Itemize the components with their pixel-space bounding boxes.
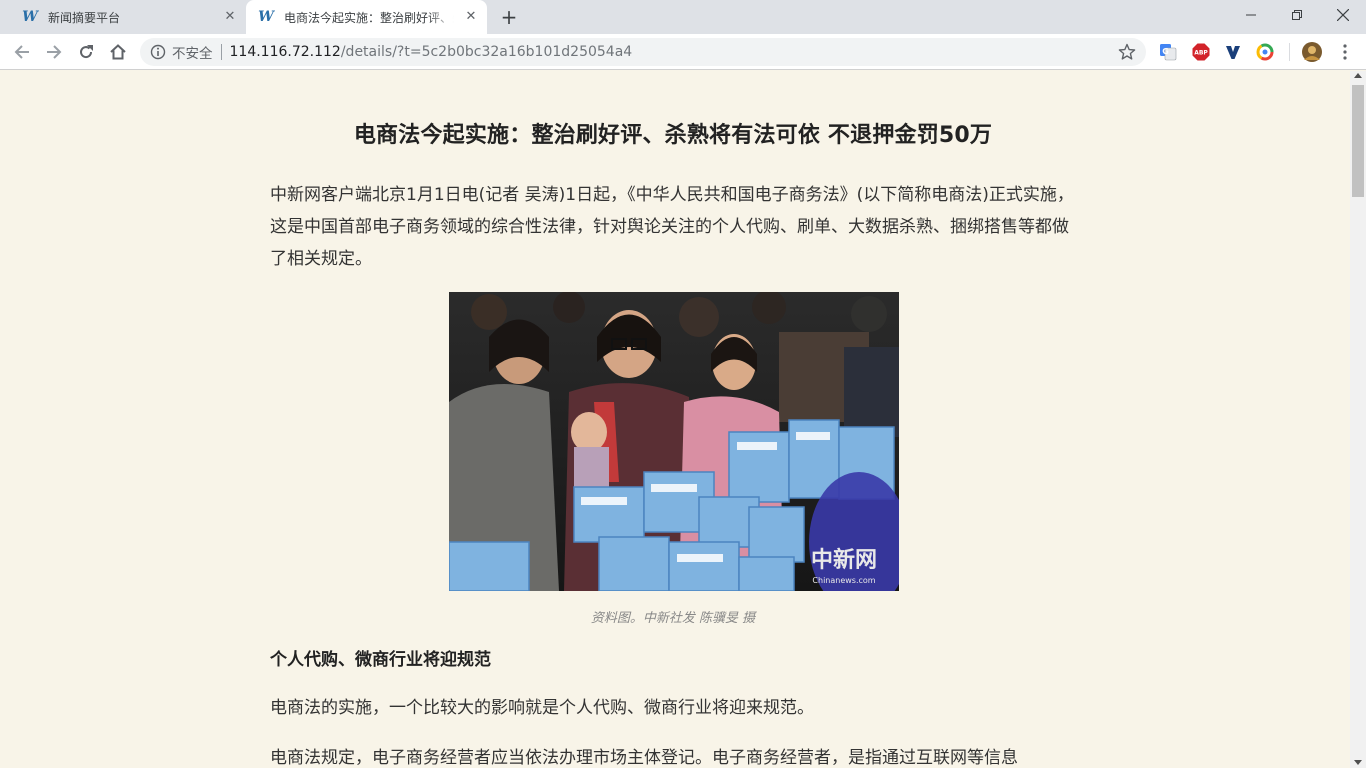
forward-button[interactable] (42, 40, 66, 64)
close-window-button[interactable] (1320, 0, 1366, 30)
home-icon (110, 44, 126, 60)
tab-title: 新闻摘要平台 (48, 10, 121, 25)
url-path: /details/?t=5c2b0bc32a16b101d25054a4 (340, 44, 633, 60)
menu-button[interactable] (1336, 43, 1354, 61)
tab-article[interactable]: W 电商法今起实施：整治刷好评、杀熟将有法可依 不退押金罚50万 ✕ (246, 0, 487, 34)
minimize-button[interactable] (1228, 0, 1274, 30)
close-tab-icon[interactable]: ✕ (222, 9, 238, 25)
photo-caption: 资料图。中新社发 陈骥旻 摄 (590, 611, 756, 626)
svg-text:G: G (1162, 47, 1169, 56)
watermark-url: Chinanews.com (812, 576, 875, 585)
section-heading: 个人代购、微商行业将迎规范 (270, 650, 491, 670)
site-favicon-icon: W (22, 9, 38, 25)
vertical-scrollbar[interactable] (1350, 71, 1366, 768)
adblock-extension-icon[interactable]: ABP (1192, 43, 1210, 61)
restore-icon (1292, 10, 1302, 20)
browser-toolbar: 不安全 114.116.72.112/details/?t=5c2b0bc32a… (0, 34, 1366, 70)
scroll-down-icon[interactable] (1354, 760, 1362, 765)
article-headline: 电商法今起实施：整治刷好评、杀熟将有法可依 不退押金罚50万 (353, 123, 993, 148)
address-bar[interactable]: 不安全 114.116.72.112/details/?t=5c2b0bc32a… (140, 38, 1146, 66)
translate-extension-icon[interactable]: G (1159, 43, 1177, 61)
profile-avatar[interactable] (1302, 42, 1322, 62)
bookmark-star-icon[interactable] (1118, 43, 1136, 61)
back-arrow-icon (14, 45, 29, 59)
article-photo: 中新网 Chinanews.com (449, 292, 899, 591)
reload-button[interactable] (74, 40, 98, 64)
scroll-thumb[interactable] (1352, 85, 1364, 197)
article-paragraph: 中新网客户端北京1月1日电(记者 吴涛)1日起，《中华人民共和国电子商务法》(以… (270, 185, 1074, 269)
watermark-logo: 中新网 (811, 547, 877, 573)
tab-news-platform[interactable]: W 新闻摘要平台 ✕ (0, 0, 246, 34)
v-extension-icon[interactable] (1224, 43, 1242, 61)
tab-title: 电商法今起实施：整治刷好评、杀熟将有法可依 不退押金罚50万 (284, 10, 454, 25)
reload-icon (80, 45, 93, 59)
close-tab-icon[interactable]: ✕ (463, 9, 479, 25)
circle-extension-icon[interactable] (1256, 43, 1274, 61)
tab-strip: W 新闻摘要平台 ✕ W 电商法今起实施：整治刷好评、杀熟将有法可依 不退押金罚… (0, 0, 1366, 34)
page-content: 电商法今起实施：整治刷好评、杀熟将有法可依 不退押金罚50万 中新网客户端北京1… (0, 71, 1350, 768)
back-button[interactable] (10, 40, 34, 64)
article-paragraph: 电商法的实施，一个比较大的影响就是个人代购、微商行业将迎来规范。 (270, 698, 814, 718)
url-divider (220, 44, 222, 60)
url-host: 114.116.72.112 (229, 44, 341, 60)
info-icon[interactable] (150, 44, 166, 60)
scroll-up-icon[interactable] (1354, 73, 1362, 78)
minimize-icon (1246, 14, 1256, 16)
article-paragraph: 电商法规定，电子商务经营者应当依法办理市场主体登记。电子商务经营者，是指通过互联… (270, 748, 1018, 768)
forward-arrow-icon (47, 45, 62, 59)
more-vert-icon (1343, 44, 1347, 60)
insecure-label[interactable]: 不安全 (172, 42, 213, 62)
toolbar-divider (1289, 43, 1290, 61)
close-icon (1337, 9, 1349, 21)
home-button[interactable] (106, 40, 130, 64)
svg-text:ABP: ABP (1194, 50, 1208, 57)
new-tab-button[interactable]: + (498, 6, 520, 28)
restore-button[interactable] (1274, 0, 1320, 30)
site-favicon-icon: W (258, 9, 274, 25)
